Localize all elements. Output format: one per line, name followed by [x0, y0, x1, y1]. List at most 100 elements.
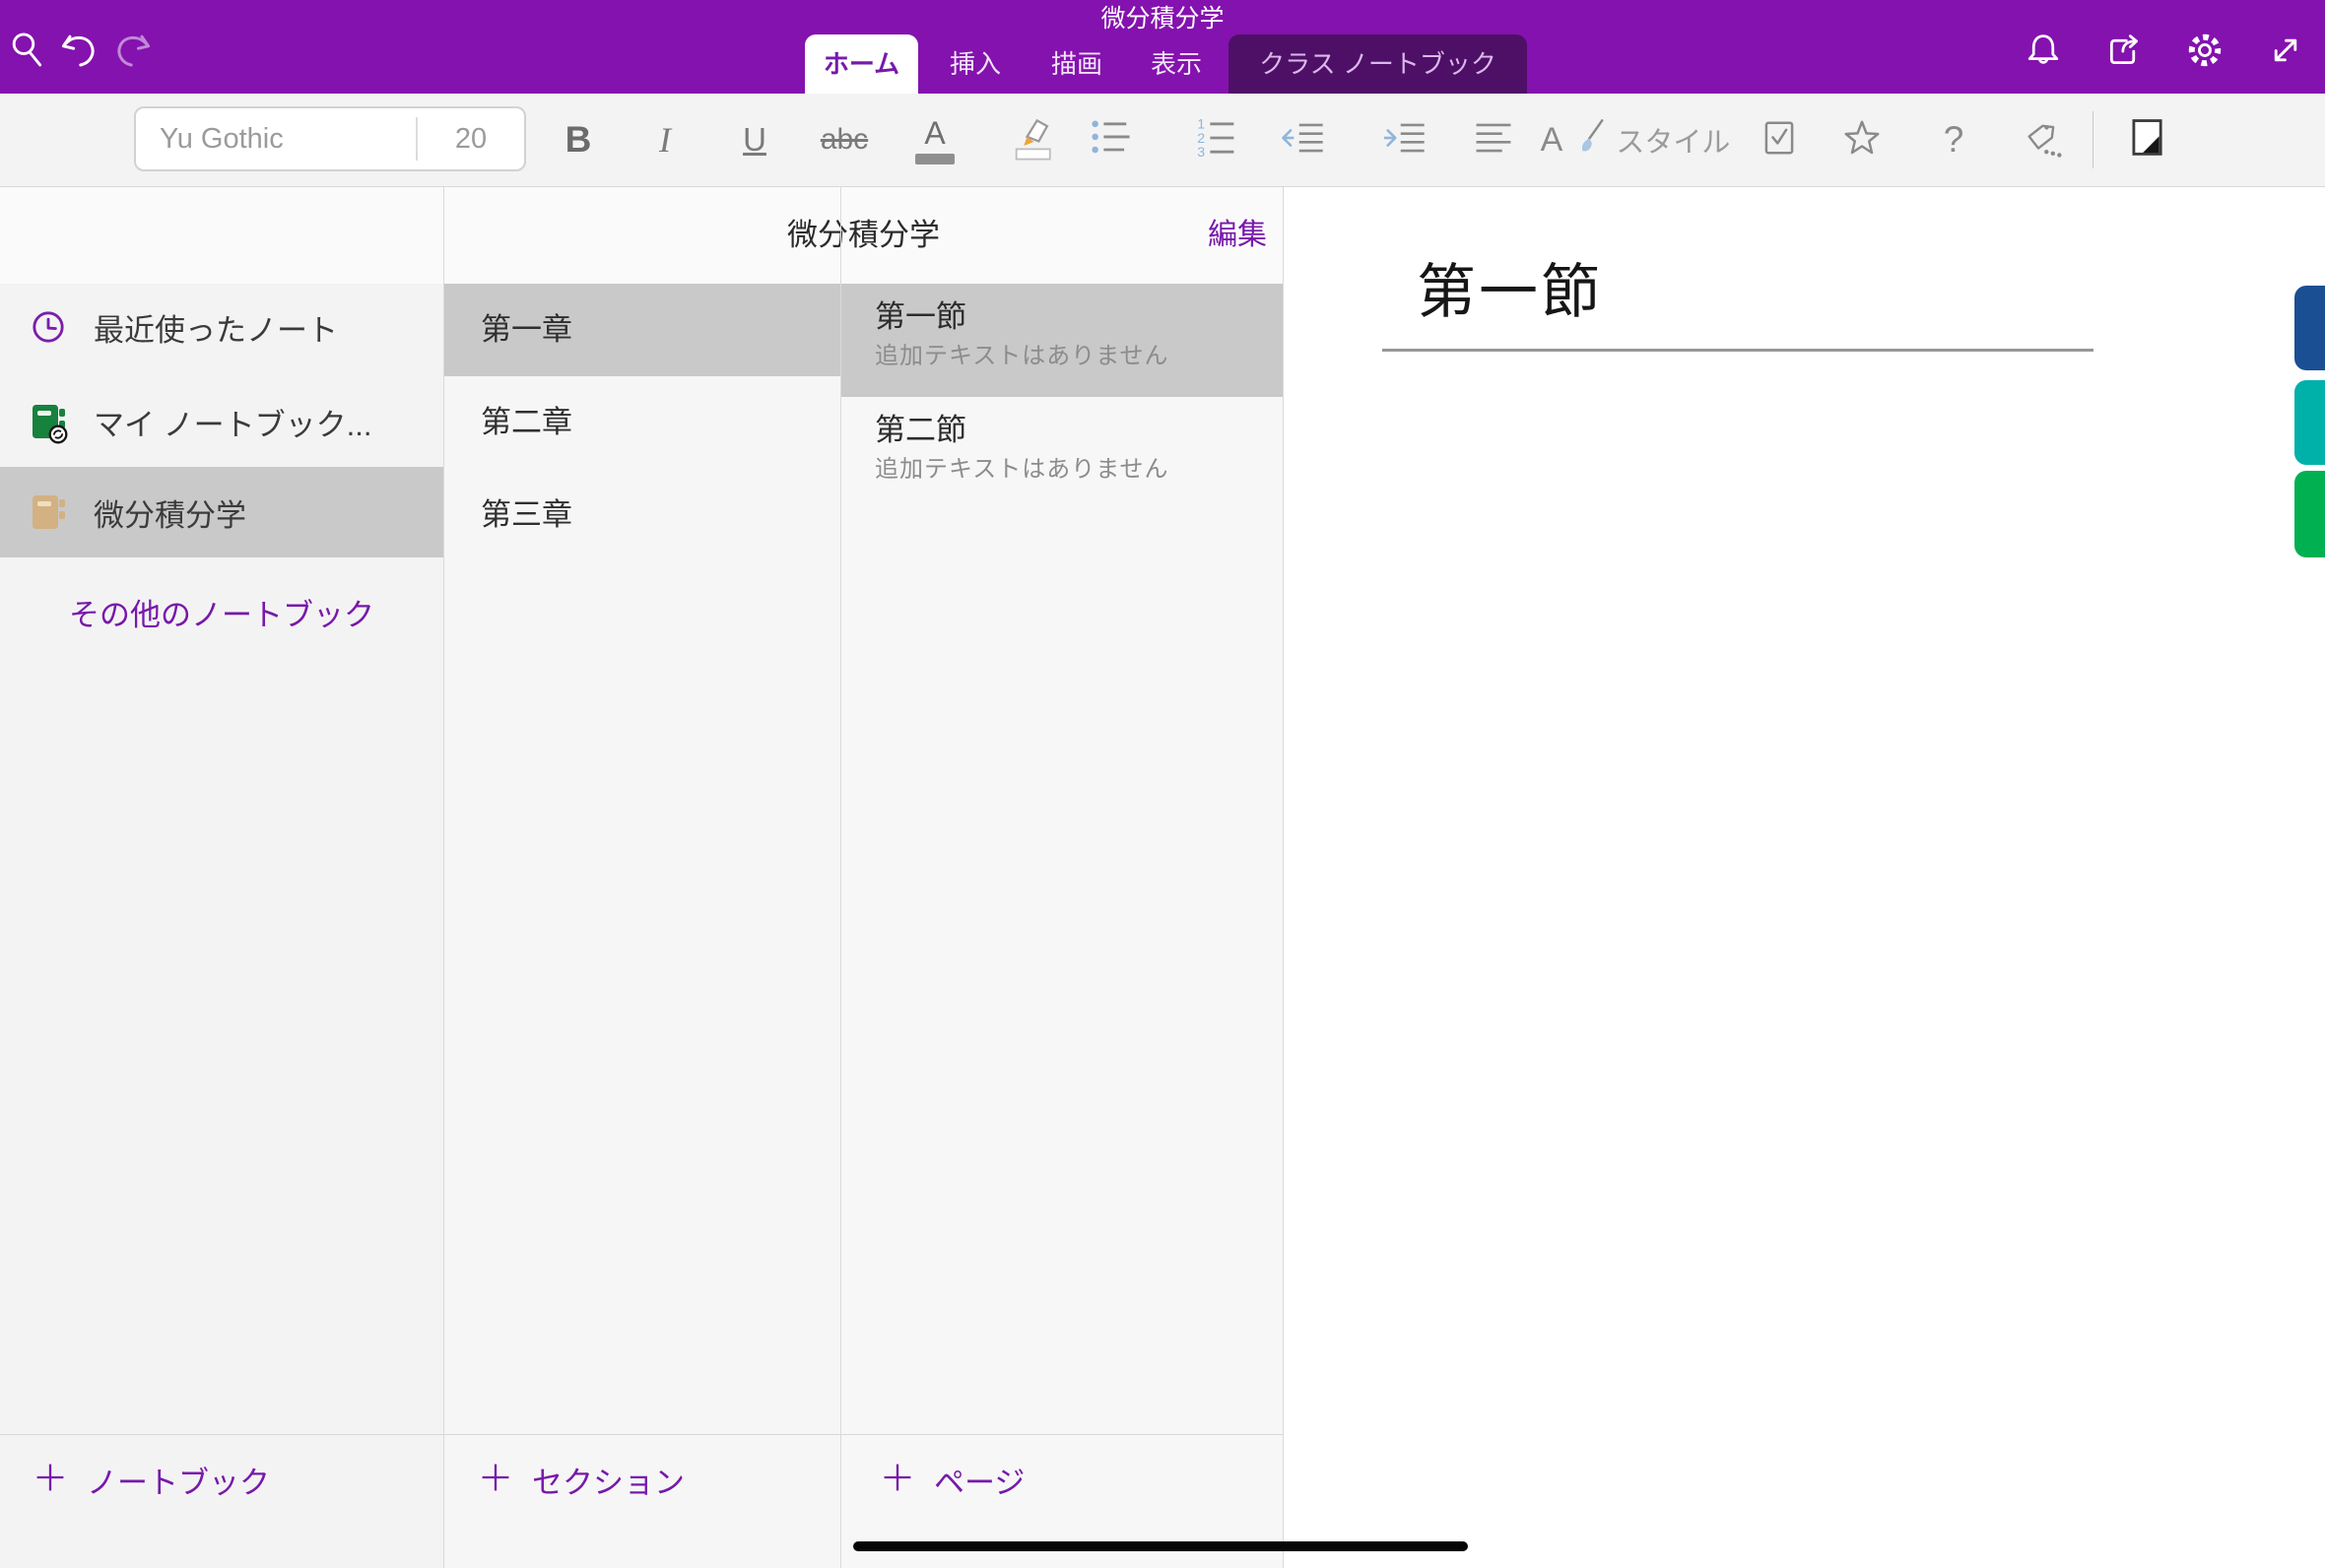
todo-tag-button[interactable]: [1748, 94, 1811, 186]
styles-brush-icon: [1572, 117, 1606, 163]
clock-icon: [28, 305, 69, 349]
more-notebooks-link[interactable]: その他のノートブック: [0, 583, 443, 648]
tab-class-notebook[interactable]: クラス ノートブック: [1229, 34, 1527, 94]
notifications-button[interactable]: [2021, 30, 2066, 75]
styles-button[interactable]: A スタイル: [1537, 94, 1734, 186]
add-notebook-label: ノートブック: [87, 1458, 270, 1502]
indent-button[interactable]: [1372, 94, 1435, 186]
indent-icon: [1379, 114, 1428, 166]
tab-draw[interactable]: 描画: [1028, 34, 1126, 94]
add-page-button[interactable]: ページ: [881, 1452, 1025, 1507]
section-label: 第三章: [444, 469, 840, 561]
strikethrough-icon: abc: [821, 123, 868, 157]
share-icon: [2101, 28, 2147, 78]
bullet-list-icon: [1088, 114, 1135, 166]
font-color-button[interactable]: A: [903, 94, 966, 186]
bell-icon: [2021, 28, 2066, 78]
page-panel-toggle-button[interactable]: [2115, 94, 2178, 186]
section-label: 第一章: [444, 284, 840, 376]
page-item-title: 第一節: [875, 297, 1283, 337]
notebook-color-tab-blue: [2294, 286, 2325, 370]
top-bar: 微分積分学 ホーム 挿入 描画 表示 クラス ノートブック: [0, 0, 2325, 94]
page-panel-icon: [2123, 114, 2170, 166]
page-item-subtitle: 追加テキストはありません: [875, 450, 1283, 490]
svg-text:3: 3: [1197, 145, 1205, 161]
align-icon: [1470, 114, 1517, 166]
numbered-list-button[interactable]: 123: [1186, 94, 1249, 186]
bold-button[interactable]: B: [547, 94, 610, 186]
tab-view[interactable]: 表示: [1127, 34, 1226, 94]
add-section-button[interactable]: セクション: [479, 1452, 685, 1507]
settings-button[interactable]: [2182, 30, 2227, 75]
page-canvas[interactable]: [1284, 187, 2325, 1568]
tab-home[interactable]: ホーム: [805, 34, 918, 94]
more-tags-button[interactable]: [2012, 94, 2075, 186]
notebook-icon: [28, 490, 69, 534]
expand-icon: [2263, 28, 2308, 78]
bottom-bar-border: [0, 1434, 1283, 1435]
onenote-app: 微分積分学 ホーム 挿入 描画 表示 クラス ノートブック: [0, 0, 2325, 1568]
undo-icon: [55, 27, 102, 79]
sidebar-item-recent-notes[interactable]: 最近使ったノート: [0, 284, 443, 370]
section-item-3[interactable]: 第三章: [444, 469, 840, 561]
plus-icon: [881, 1461, 914, 1499]
search-button[interactable]: [5, 30, 50, 75]
highlight-button[interactable]: [1000, 94, 1063, 186]
page-title-rule: [1382, 349, 2093, 352]
important-tag-button[interactable]: [1830, 94, 1893, 186]
numbered-list-icon: 123: [1194, 114, 1241, 166]
document-title: 微分積分学: [0, 4, 2325, 33]
italic-button[interactable]: I: [633, 94, 697, 186]
strikethrough-button[interactable]: abc: [813, 94, 876, 186]
add-section-label: セクション: [532, 1458, 685, 1502]
question-icon: ?: [1944, 119, 1964, 161]
notebook-sync-icon: [28, 400, 69, 443]
underline-button[interactable]: U: [723, 94, 786, 186]
divider-sections-pages: [840, 187, 841, 1568]
notebook-header-title: 微分積分学: [444, 187, 1283, 284]
section-item-1[interactable]: 第一章: [444, 284, 840, 376]
sidebar-item-label: マイ ノートブック...: [94, 400, 371, 444]
styles-label: スタイル: [1616, 119, 1730, 161]
styles-letter: A: [1541, 121, 1563, 160]
page-item-subtitle: 追加テキストはありません: [875, 337, 1283, 376]
redo-icon: [109, 27, 157, 79]
search-icon: [5, 28, 50, 78]
page-item-title: 第二節: [875, 411, 1283, 450]
tab-insert[interactable]: 挿入: [926, 34, 1025, 94]
font-size-select[interactable]: 20: [418, 123, 524, 156]
highlighter-icon: [1007, 113, 1056, 167]
gear-icon: [2181, 27, 2228, 79]
star-icon: [1837, 113, 1887, 167]
font-name-select[interactable]: Yu Gothic: [136, 123, 416, 156]
font-picker[interactable]: Yu Gothic 20: [134, 106, 526, 171]
outdent-icon: [1278, 114, 1327, 166]
bold-icon: B: [565, 119, 592, 161]
sidebar-item-my-notebook[interactable]: マイ ノートブック...: [0, 378, 443, 465]
sidebar-item-calculus[interactable]: 微分積分学: [0, 467, 443, 557]
section-label: 第二章: [444, 376, 840, 469]
page-item-1[interactable]: 第一節 追加テキストはありません: [841, 284, 1283, 397]
page-title[interactable]: 第一節: [1417, 244, 1603, 330]
share-button[interactable]: [2101, 30, 2147, 75]
underline-icon: U: [743, 121, 766, 159]
divider-sidebar-sections: [443, 187, 444, 1568]
redo-button[interactable]: [110, 30, 156, 75]
undo-button[interactable]: [56, 30, 101, 75]
home-indicator[interactable]: [853, 1541, 1468, 1551]
question-tag-button[interactable]: ?: [1922, 94, 1985, 186]
fullscreen-button[interactable]: [2263, 30, 2308, 75]
notebook-color-tab-green: [2294, 471, 2325, 557]
edit-button[interactable]: 編集: [1172, 187, 1267, 284]
outdent-button[interactable]: [1271, 94, 1334, 186]
format-toolbar: Yu Gothic 20 B I U abc A 123: [0, 94, 2325, 187]
alignment-button[interactable]: [1462, 94, 1525, 186]
section-item-2[interactable]: 第二章: [444, 376, 840, 469]
bullet-list-button[interactable]: [1080, 94, 1143, 186]
page-item-2[interactable]: 第二節 追加テキストはありません: [841, 397, 1283, 510]
tag-icon: [2020, 114, 2067, 166]
divider-pages-content: [1283, 187, 1284, 1568]
toolbar-divider: [2092, 111, 2093, 168]
plus-icon: [33, 1461, 67, 1499]
add-notebook-button[interactable]: ノートブック: [33, 1452, 270, 1507]
